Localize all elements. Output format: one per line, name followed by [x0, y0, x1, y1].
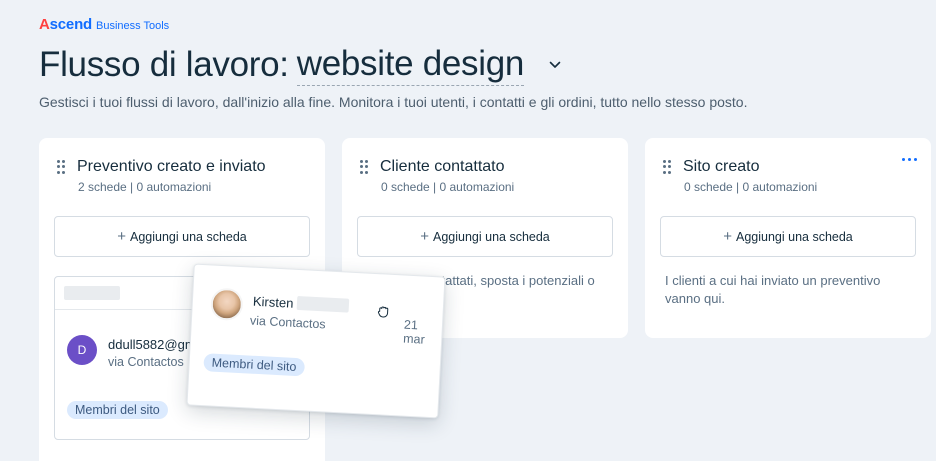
add-card-label: Aggiungi una scheda	[736, 229, 853, 244]
card-name: Kirsten	[252, 293, 294, 311]
redacted-placeholder	[296, 295, 350, 313]
avatar	[209, 287, 244, 322]
column-title[interactable]: Sito creato	[683, 158, 759, 176]
status-badge: Membri del sito	[203, 353, 305, 377]
column-empty-text: I clienti a cui hai inviato un preventiv…	[665, 273, 881, 306]
column-meta: 0 schede | 0 automazioni	[684, 180, 818, 194]
add-card-label: Aggiungi una scheda	[433, 229, 550, 244]
grab-hand-icon	[376, 304, 391, 324]
brand-logo: Ascend Business Tools	[39, 16, 169, 33]
column-sito-creato: Sito creato 0 schede | 0 automazioni + A…	[645, 138, 931, 338]
plus-icon: +	[117, 228, 126, 245]
page-subtitle: Gestisci i tuoi flussi di lavoro, dall'i…	[39, 94, 748, 110]
column-meta: 0 schede | 0 automazioni	[381, 180, 515, 194]
more-icon[interactable]	[902, 158, 917, 161]
workflow-selector[interactable]: website design	[296, 44, 524, 86]
card-source: via Contactos	[249, 313, 326, 332]
brand-name-rest: scend	[49, 16, 93, 33]
drag-handle-icon[interactable]	[57, 160, 67, 174]
column-meta: 2 schede | 0 automazioni	[78, 180, 212, 194]
plus-icon: +	[723, 228, 732, 245]
chevron-down-icon[interactable]	[546, 56, 564, 74]
add-card-button[interactable]: + Aggiungi una scheda	[660, 216, 916, 257]
add-card-label: Aggiungi una scheda	[130, 229, 247, 244]
drag-handle-icon[interactable]	[663, 160, 673, 174]
plus-icon: +	[420, 228, 429, 245]
card-date: 21 mar	[402, 317, 426, 347]
status-badge: Membri del sito	[67, 401, 168, 419]
page-title: Flusso di lavoro:	[39, 45, 289, 84]
brand-subtitle: Business Tools	[96, 20, 170, 32]
add-card-button[interactable]: + Aggiungi una scheda	[54, 216, 310, 257]
column-title[interactable]: Preventivo creato e inviato	[77, 158, 266, 176]
card-source: via Contactos	[108, 355, 184, 369]
drag-handle-icon[interactable]	[360, 160, 370, 174]
brand-name-initial: A	[39, 16, 50, 33]
add-card-button[interactable]: + Aggiungi una scheda	[357, 216, 613, 257]
dragging-contact-card[interactable]: Kirsten via Contactos 21 mar Membri del …	[186, 263, 446, 419]
column-title[interactable]: Cliente contattato	[380, 158, 505, 176]
redacted-placeholder	[64, 286, 120, 300]
page-title-row: Flusso di lavoro: website design	[39, 44, 564, 86]
avatar: D	[67, 335, 97, 365]
